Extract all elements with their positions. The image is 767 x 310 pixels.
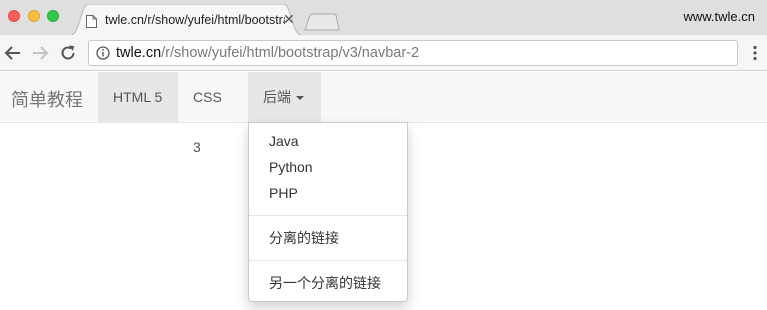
browser-toolbar: twle.cn/r/show/yufei/html/bootstrap/v3/n… bbox=[0, 35, 767, 71]
forward-arrow-icon[interactable] bbox=[30, 43, 50, 63]
tab-close-icon[interactable]: ✕ bbox=[283, 12, 295, 26]
dropdown-divider bbox=[249, 260, 407, 261]
nav-item-label: 后端 bbox=[263, 89, 291, 105]
dropdown-item-java[interactable]: Java bbox=[249, 128, 407, 154]
nav-item-html5[interactable]: HTML 5 bbox=[98, 72, 178, 122]
navbar-brand[interactable]: 简单教程 bbox=[11, 86, 83, 112]
browser-tab-active[interactable]: twle.cn/r/show/yufei/html/bootstrap/v3/n… bbox=[66, 4, 306, 36]
url-host: twle.cn bbox=[116, 45, 162, 61]
minimize-window-button[interactable] bbox=[28, 10, 40, 22]
browser-menu-icon[interactable] bbox=[752, 45, 758, 61]
dropdown-item-php[interactable]: PHP bbox=[249, 180, 407, 206]
reload-icon[interactable] bbox=[58, 43, 78, 63]
nav-item-label: HTML 5 bbox=[113, 89, 163, 105]
url-path: /r/show/yufei/html/bootstrap/v3/navbar-2 bbox=[161, 45, 420, 61]
nav-dropdown-backend[interactable]: 后端 bbox=[248, 72, 321, 122]
dropdown-item-another-separated-link[interactable]: 另一个分离的链接 bbox=[249, 270, 407, 296]
profile-label: www.twle.cn bbox=[683, 9, 755, 24]
dropdown-divider bbox=[249, 215, 407, 216]
info-icon[interactable] bbox=[96, 46, 110, 60]
dropdown-menu: Java Python PHP 分离的链接 另一个分离的链接 bbox=[248, 122, 408, 302]
document-icon bbox=[86, 15, 97, 28]
nav-item-css3[interactable]: CSS 3 bbox=[178, 72, 248, 155]
site-navbar: 简单教程 HTML 5 CSS 3 后端 bbox=[0, 72, 767, 155]
address-bar[interactable]: twle.cn/r/show/yufei/html/bootstrap/v3/n… bbox=[88, 40, 738, 66]
new-tab-button[interactable] bbox=[304, 13, 340, 31]
caret-down-icon bbox=[296, 96, 304, 101]
close-window-button[interactable] bbox=[8, 10, 20, 22]
maximize-window-button[interactable] bbox=[47, 10, 59, 22]
back-arrow-icon[interactable] bbox=[3, 43, 23, 63]
address-url[interactable]: twle.cn/r/show/yufei/html/bootstrap/v3/n… bbox=[116, 45, 419, 61]
tab-title: twle.cn/r/show/yufei/html/bootstrap/v3/n… bbox=[105, 13, 285, 27]
browser-tab-strip: twle.cn/r/show/yufei/html/bootstrap/v3/n… bbox=[0, 0, 767, 36]
nav-item-label: CSS 3 bbox=[193, 89, 222, 155]
dropdown-item-separated-link[interactable]: 分离的链接 bbox=[249, 225, 407, 251]
dropdown-item-python[interactable]: Python bbox=[249, 154, 407, 180]
